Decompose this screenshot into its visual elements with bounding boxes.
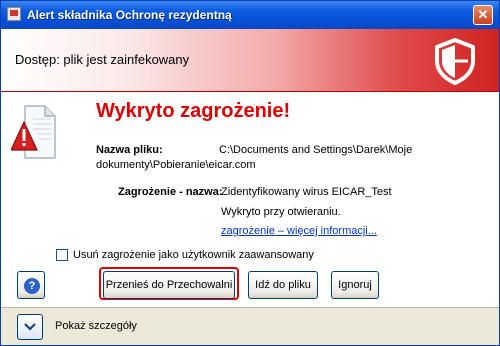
advanced-user-checkbox[interactable] [56, 249, 68, 261]
title-bar[interactable]: Alert składnika Ochronę rezydentną ✕ [1, 1, 499, 29]
threat-name-value: Zidentyfikowany wirus EICAR_Test [221, 186, 392, 198]
details-footer: Pokaż szczegóły [1, 307, 499, 345]
app-icon [7, 7, 21, 21]
file-path-line2: dokumenty\Pobieranie\eicar.com [96, 159, 256, 171]
go-to-file-button[interactable]: Idź do pliku [248, 271, 318, 299]
help-icon: ? [24, 278, 40, 294]
more-info-link[interactable]: zagrożenie – więcej informacji... [221, 225, 377, 237]
close-button[interactable]: ✕ [473, 5, 493, 25]
document-warning-icon [11, 105, 56, 159]
alert-banner: Dostęp: plik jest zainfekowany [1, 29, 499, 92]
file-path-line1: C:\Documents and Settings\Darek\Moje [219, 144, 413, 156]
detected-on-text: Wykryto przy otwieraniu. [221, 206, 341, 218]
move-to-vault-button[interactable]: Przenieś do Przechowalni [103, 271, 235, 299]
alert-window: Alert składnika Ochronę rezydentną ✕ Dos… [0, 0, 500, 346]
chevron-down-icon [24, 323, 36, 331]
shield-icon [435, 38, 475, 85]
banner-text: Dostęp: plik jest zainfekowany [15, 52, 190, 67]
threat-name-label: Zagrożenie - nazwa: [118, 186, 223, 198]
expand-details-button[interactable] [17, 314, 43, 340]
advanced-user-checkbox-label[interactable]: Usuń zagrożenie jako użytkownik zaawanso… [73, 249, 314, 261]
show-details-label[interactable]: Pokaż szczegóły [55, 320, 137, 332]
ignore-button[interactable]: Ignoruj [331, 271, 379, 299]
file-name-label: Nazwa pliku: [96, 144, 163, 156]
help-button[interactable]: ? [17, 271, 45, 299]
alert-heading: Wykryto zagrożenie! [96, 100, 291, 122]
window-title: Alert składnika Ochronę rezydentną [27, 8, 232, 22]
